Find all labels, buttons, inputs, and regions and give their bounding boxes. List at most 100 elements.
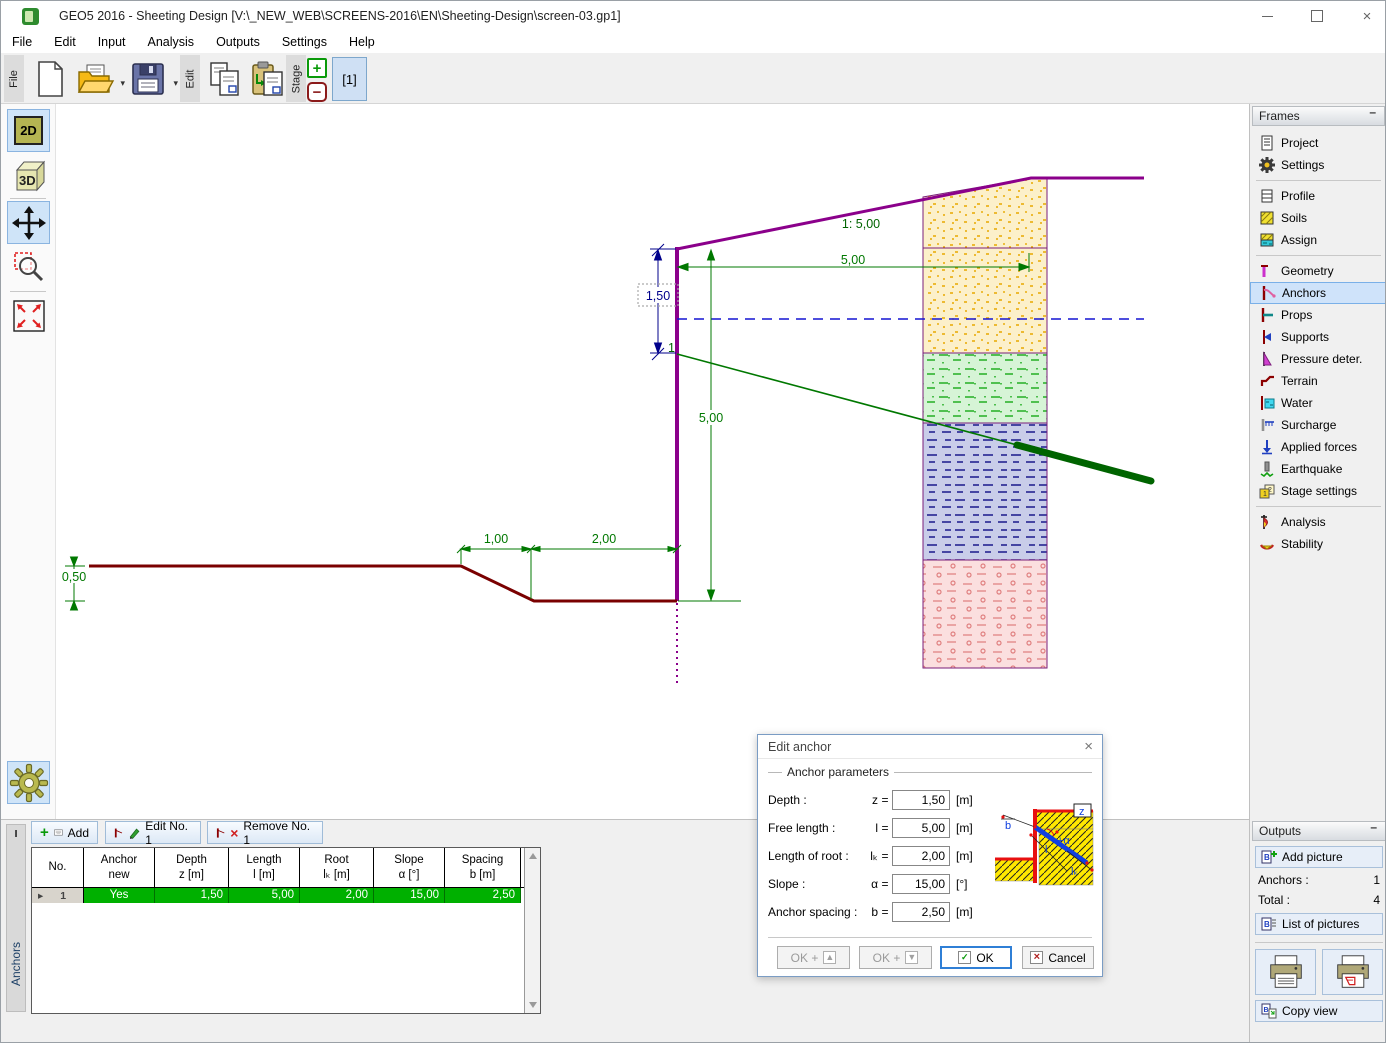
svg-text:1,50: 1,50	[646, 289, 670, 303]
panel-handle[interactable]: I	[7, 829, 25, 840]
close-icon[interactable]: ×	[1357, 6, 1377, 26]
outputs-minimize-icon[interactable]: –	[1370, 820, 1377, 834]
list-of-pictures-button[interactable]: B List of pictures	[1255, 913, 1383, 935]
terrain-slope-label: 1: 5,00	[842, 217, 880, 231]
settings-gear-button[interactable]	[7, 761, 50, 804]
open-dropdown-icon[interactable]: ▾	[120, 78, 125, 89]
frames-item-soils[interactable]: Soils	[1250, 207, 1386, 229]
dimension-berm	[457, 545, 681, 599]
remove-x-icon: ×	[230, 825, 238, 841]
maximize-icon[interactable]	[1307, 6, 1327, 26]
open-file-button[interactable]: ▾	[74, 58, 116, 100]
scroll-down-icon[interactable]	[529, 1002, 537, 1008]
root-length-input[interactable]: 2,00	[892, 846, 950, 866]
title-bar: GEO5 2016 - Sheeting Design [V:\_NEW_WEB…	[1, 1, 1385, 31]
add-picture-icon: B	[1261, 849, 1277, 865]
view-2d-button[interactable]: 2D	[7, 109, 50, 152]
stage-1-button[interactable]: [1]	[332, 57, 367, 101]
print-selection-button[interactable]	[1322, 949, 1383, 995]
anchors-count-value: 1	[1373, 873, 1380, 887]
dialog-close-icon[interactable]: ×	[1084, 738, 1093, 755]
table-scrollbar[interactable]	[524, 848, 540, 1013]
frames-item-stage-settings[interactable]: 21 Stage settings	[1250, 480, 1386, 502]
frames-item-surcharge[interactable]: Surcharge	[1250, 414, 1386, 436]
remove-anchor-button[interactable]: × Remove No. 1	[207, 821, 323, 844]
menu-outputs[interactable]: Outputs	[205, 32, 271, 52]
scroll-up-icon[interactable]	[529, 853, 537, 859]
menu-edit[interactable]: Edit	[43, 32, 87, 52]
dim-depth-label-selected[interactable]: 1,50	[638, 284, 678, 306]
frames-item-stability[interactable]: Stability	[1250, 533, 1386, 555]
menu-file[interactable]: File	[1, 32, 43, 52]
save-dropdown-icon[interactable]: ▾	[173, 78, 178, 89]
cross-section-drawing: 1 5,00 5,00	[56, 104, 1244, 819]
svg-text:b: b	[1005, 820, 1011, 832]
dim-wall-label: 5,00	[699, 411, 723, 425]
frames-item-profile[interactable]: Profile	[1250, 185, 1386, 207]
anchors-icon	[1259, 285, 1276, 302]
toolbar-stage-group-label: Stage	[286, 55, 306, 102]
slope-input[interactable]: 15,00	[892, 874, 950, 894]
printer-icon	[1266, 954, 1306, 990]
frames-item-applied-forces[interactable]: Applied forces	[1250, 436, 1386, 458]
print-button[interactable]	[1255, 949, 1316, 995]
dialog-title: Edit anchor	[768, 740, 831, 754]
cancel-button[interactable]: × Cancel	[1022, 946, 1094, 969]
copy-button[interactable]	[203, 58, 245, 100]
remove-stage-icon[interactable]: −	[307, 82, 327, 102]
anchors-tab-strip[interactable]: I Anchors	[6, 824, 26, 1012]
frames-item-geometry[interactable]: Geometry	[1250, 260, 1386, 282]
free-length-input[interactable]: 5,00	[892, 818, 950, 838]
open-folder-icon	[75, 60, 115, 98]
copy-view-button[interactable]: B Copy view	[1255, 1000, 1383, 1022]
slope-field-row: Slope : α = 15,00 [°]	[768, 874, 967, 894]
table-row[interactable]: ▸ 1 Yes 1,50 5,00 2,00 15,00 2,50	[32, 888, 540, 903]
zoom-button[interactable]	[7, 245, 50, 288]
menu-help[interactable]: Help	[338, 32, 386, 52]
frames-item-anchors[interactable]: Anchors	[1250, 282, 1386, 304]
frames-item-earthquake[interactable]: Earthquake	[1250, 458, 1386, 480]
frames-item-water[interactable]: Water	[1250, 392, 1386, 414]
frames-item-analysis[interactable]: Analysis	[1250, 511, 1386, 533]
ok-button[interactable]: ✓ OK	[940, 946, 1012, 969]
menu-bar: File Edit Input Analysis Outputs Setting…	[1, 31, 1385, 53]
drawing-canvas[interactable]: 1 5,00 5,00	[56, 104, 1244, 819]
paste-icon	[249, 60, 287, 98]
save-button[interactable]: ▾	[127, 58, 169, 100]
soil-layer-4	[923, 423, 1047, 560]
outputs-panel-header: Outputs –	[1252, 821, 1386, 841]
frames-item-supports[interactable]: Supports	[1250, 326, 1386, 348]
frames-item-project[interactable]: Project	[1250, 132, 1386, 154]
minimize-icon[interactable]	[1257, 6, 1277, 26]
frames-minimize-icon[interactable]: –	[1369, 105, 1376, 119]
frames-item-terrain[interactable]: Terrain	[1250, 370, 1386, 392]
cell-length: 5,00	[229, 888, 300, 903]
frames-item-pressure[interactable]: Pressure deter.	[1250, 348, 1386, 370]
surcharge-icon	[1258, 417, 1275, 434]
add-anchor-button[interactable]: + Add	[31, 821, 98, 844]
frames-item-assign[interactable]: Assign	[1250, 229, 1386, 251]
dialog-title-bar[interactable]: Edit anchor ×	[758, 735, 1102, 759]
new-file-button[interactable]	[29, 58, 71, 100]
depth-input[interactable]: 1,50	[892, 790, 950, 810]
menu-settings[interactable]: Settings	[271, 32, 338, 52]
frames-item-settings[interactable]: Settings	[1250, 154, 1386, 176]
total-count-row: Total :4	[1250, 888, 1386, 908]
frames-separator	[1250, 251, 1386, 260]
soil-layer-5	[923, 560, 1047, 668]
view-3d-button[interactable]: 3D	[7, 153, 50, 196]
add-stage-icon[interactable]: +	[307, 58, 327, 78]
menu-analysis[interactable]: Analysis	[137, 32, 206, 52]
anchor-parameters-group-label: Anchor parameters	[768, 765, 1092, 779]
anchor-spacing-input[interactable]: 2,50	[892, 902, 950, 922]
pan-button[interactable]	[7, 201, 50, 244]
add-picture-button[interactable]: B Add picture	[1255, 846, 1383, 868]
frames-separator	[1250, 176, 1386, 185]
svg-text:B: B	[1264, 1007, 1269, 1014]
frames-item-props[interactable]: Props	[1250, 304, 1386, 326]
paste-button[interactable]	[247, 58, 289, 100]
edit-anchor-button[interactable]: Edit No. 1	[105, 821, 201, 844]
toolbar-separator	[10, 198, 46, 199]
fit-view-button[interactable]	[7, 294, 50, 337]
menu-input[interactable]: Input	[87, 32, 137, 52]
